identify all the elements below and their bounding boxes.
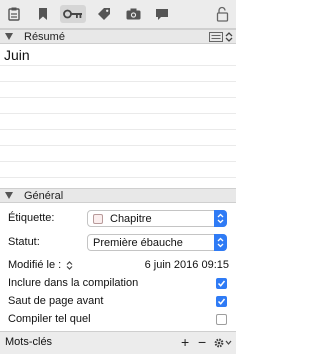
bookmark-icon[interactable] (32, 5, 54, 23)
general-section-header[interactable]: Général (0, 188, 236, 203)
include-in-compile-checkbox[interactable] (216, 278, 227, 289)
chevron-up-down-icon (214, 210, 227, 227)
general-header-title: Général (24, 190, 64, 202)
modified-label: Modifié le : (8, 259, 62, 271)
summary-text: Juin (4, 47, 30, 63)
label-field-label: Étiquette: (8, 212, 55, 224)
chevron-up-down-icon (214, 234, 227, 251)
status-popup-value: Première ébauche (93, 237, 183, 249)
text-rule (0, 177, 236, 178)
text-rule (0, 145, 236, 146)
text-rule (0, 65, 236, 66)
page-break-before-label: Saut de page avant (8, 295, 104, 307)
keywords-header-title: Mots-clés (5, 336, 53, 348)
label-color-swatch (93, 214, 103, 224)
text-rule (0, 81, 236, 82)
label-popup[interactable]: Chapitre (87, 210, 227, 227)
compile-as-is-label: Compiler tel quel (8, 313, 91, 325)
text-rule (0, 129, 236, 130)
comments-icon[interactable] (151, 5, 173, 23)
status-field-label: Statut: (8, 236, 40, 248)
summary-view-mode-icon[interactable] (209, 32, 223, 42)
gear-icon[interactable] (213, 337, 233, 349)
inspector-toolbar (0, 0, 236, 29)
chevron-up-down-icon (66, 260, 73, 271)
tag-icon[interactable] (93, 5, 115, 23)
disclosure-triangle-icon[interactable] (5, 33, 13, 40)
disclosure-triangle-icon[interactable] (5, 192, 13, 199)
modified-date-value: 6 juin 2016 09:15 (144, 259, 229, 271)
text-rule (0, 97, 236, 98)
add-keyword-button[interactable]: + (181, 334, 189, 350)
compile-as-is-checkbox[interactable] (216, 314, 227, 325)
remove-keyword-button[interactable]: − (198, 334, 206, 350)
summary-text-area[interactable]: Juin (0, 45, 236, 188)
summary-section-header[interactable]: Résumé (0, 29, 236, 44)
label-popup-value: Chapitre (110, 213, 152, 225)
text-rule (0, 113, 236, 114)
status-popup[interactable]: Première ébauche (87, 234, 227, 251)
snapshot-camera-icon[interactable] (122, 5, 144, 23)
keywords-section-header: Mots-clés + − (0, 331, 236, 354)
text-rule (0, 161, 236, 162)
metadata-key-icon[interactable] (60, 5, 86, 23)
checkmark-icon (217, 298, 226, 305)
include-in-compile-label: Inclure dans la compilation (8, 277, 139, 289)
modified-date-selector[interactable]: Modifié le : (8, 259, 78, 273)
summary-header-title: Résumé (24, 31, 65, 43)
checkmark-icon (217, 280, 226, 287)
notes-icon[interactable] (3, 5, 25, 23)
chevron-up-down-icon[interactable] (225, 31, 233, 43)
page-break-before-checkbox[interactable] (216, 296, 227, 307)
lock-icon[interactable] (216, 6, 230, 22)
